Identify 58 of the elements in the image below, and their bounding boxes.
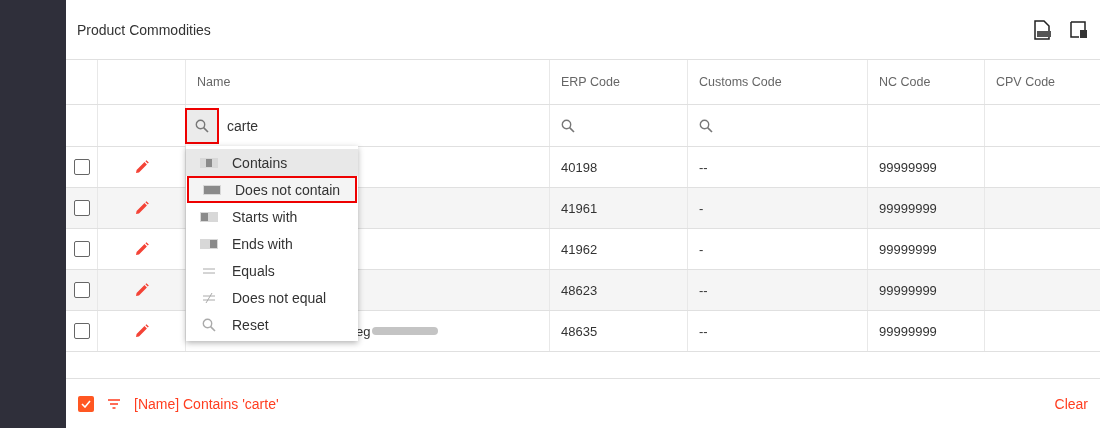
filter-icon bbox=[108, 398, 120, 409]
search-icon bbox=[195, 118, 209, 133]
table-cell: 41961 bbox=[561, 200, 598, 216]
column-header[interactable]: Customs Code bbox=[699, 75, 782, 89]
equals-icon bbox=[200, 265, 218, 276]
table-cell: 48623 bbox=[561, 282, 598, 298]
menu-item[interactable]: Contains bbox=[186, 149, 358, 176]
row-checkbox[interactable] bbox=[74, 241, 90, 257]
table-cell: -- bbox=[699, 323, 708, 339]
pencil-icon[interactable] bbox=[134, 324, 149, 338]
row-checkbox[interactable] bbox=[74, 200, 90, 216]
row-checkbox[interactable] bbox=[74, 282, 90, 298]
pencil-icon[interactable] bbox=[134, 283, 149, 297]
table-cell: 48635 bbox=[561, 323, 598, 339]
panel-title: Product Commodities bbox=[77, 21, 211, 38]
column-header[interactable]: Name bbox=[197, 75, 231, 89]
column-header[interactable]: CPV Code bbox=[996, 75, 1056, 89]
table-cell: 40198 bbox=[561, 159, 598, 175]
column-header[interactable]: NC Code bbox=[879, 75, 931, 89]
clear-link[interactable]: Clear bbox=[1054, 395, 1088, 412]
check-icon bbox=[81, 399, 91, 408]
row-checkbox[interactable] bbox=[74, 159, 90, 175]
redacted-bar bbox=[372, 327, 439, 335]
table-cell: 41962 bbox=[561, 241, 598, 257]
panel-layout-icon[interactable] bbox=[1070, 20, 1088, 39]
table-cell: -- bbox=[699, 282, 708, 298]
menu-item[interactable]: Does not contain bbox=[187, 176, 357, 203]
text-ends-icon bbox=[200, 238, 218, 249]
search-icon bbox=[561, 118, 575, 133]
table-cell: 99999999 bbox=[879, 159, 937, 175]
search-icon bbox=[699, 118, 713, 133]
export-file-icon[interactable] bbox=[1034, 19, 1052, 40]
table-cell: 99999999 bbox=[879, 200, 937, 216]
filter-enabled-checkbox[interactable] bbox=[78, 395, 94, 412]
not-equal-icon bbox=[200, 291, 218, 304]
menu-item[interactable]: Does not equal bbox=[186, 284, 358, 311]
name-filter-field[interactable]: carte bbox=[225, 116, 429, 135]
column-header[interactable]: ERP Code bbox=[561, 75, 620, 89]
filter-summary: [Name] Contains 'carte' bbox=[134, 395, 279, 412]
table-cell: 99999999 bbox=[879, 282, 937, 298]
text-contains-icon bbox=[200, 157, 218, 168]
text-box-icon bbox=[203, 184, 221, 195]
pencil-icon[interactable] bbox=[134, 201, 149, 215]
menu-item[interactable]: Ends with bbox=[186, 230, 358, 257]
table-cell: -- bbox=[699, 159, 708, 175]
menu-item[interactable]: Starts with bbox=[186, 203, 358, 230]
pencil-icon[interactable] bbox=[134, 242, 149, 256]
table-cell: 99999999 bbox=[879, 323, 937, 339]
table-cell: 99999999 bbox=[879, 241, 937, 257]
table-cell: - bbox=[699, 241, 704, 257]
search-icon bbox=[202, 317, 216, 332]
menu-item[interactable]: Reset bbox=[186, 311, 358, 338]
row-checkbox[interactable] bbox=[74, 323, 90, 339]
pencil-icon[interactable] bbox=[134, 160, 149, 174]
filter-search-button[interactable] bbox=[185, 107, 219, 144]
text-starts-icon bbox=[200, 211, 218, 222]
menu-item[interactable]: Equals bbox=[186, 257, 358, 284]
table-cell: - bbox=[699, 200, 704, 216]
